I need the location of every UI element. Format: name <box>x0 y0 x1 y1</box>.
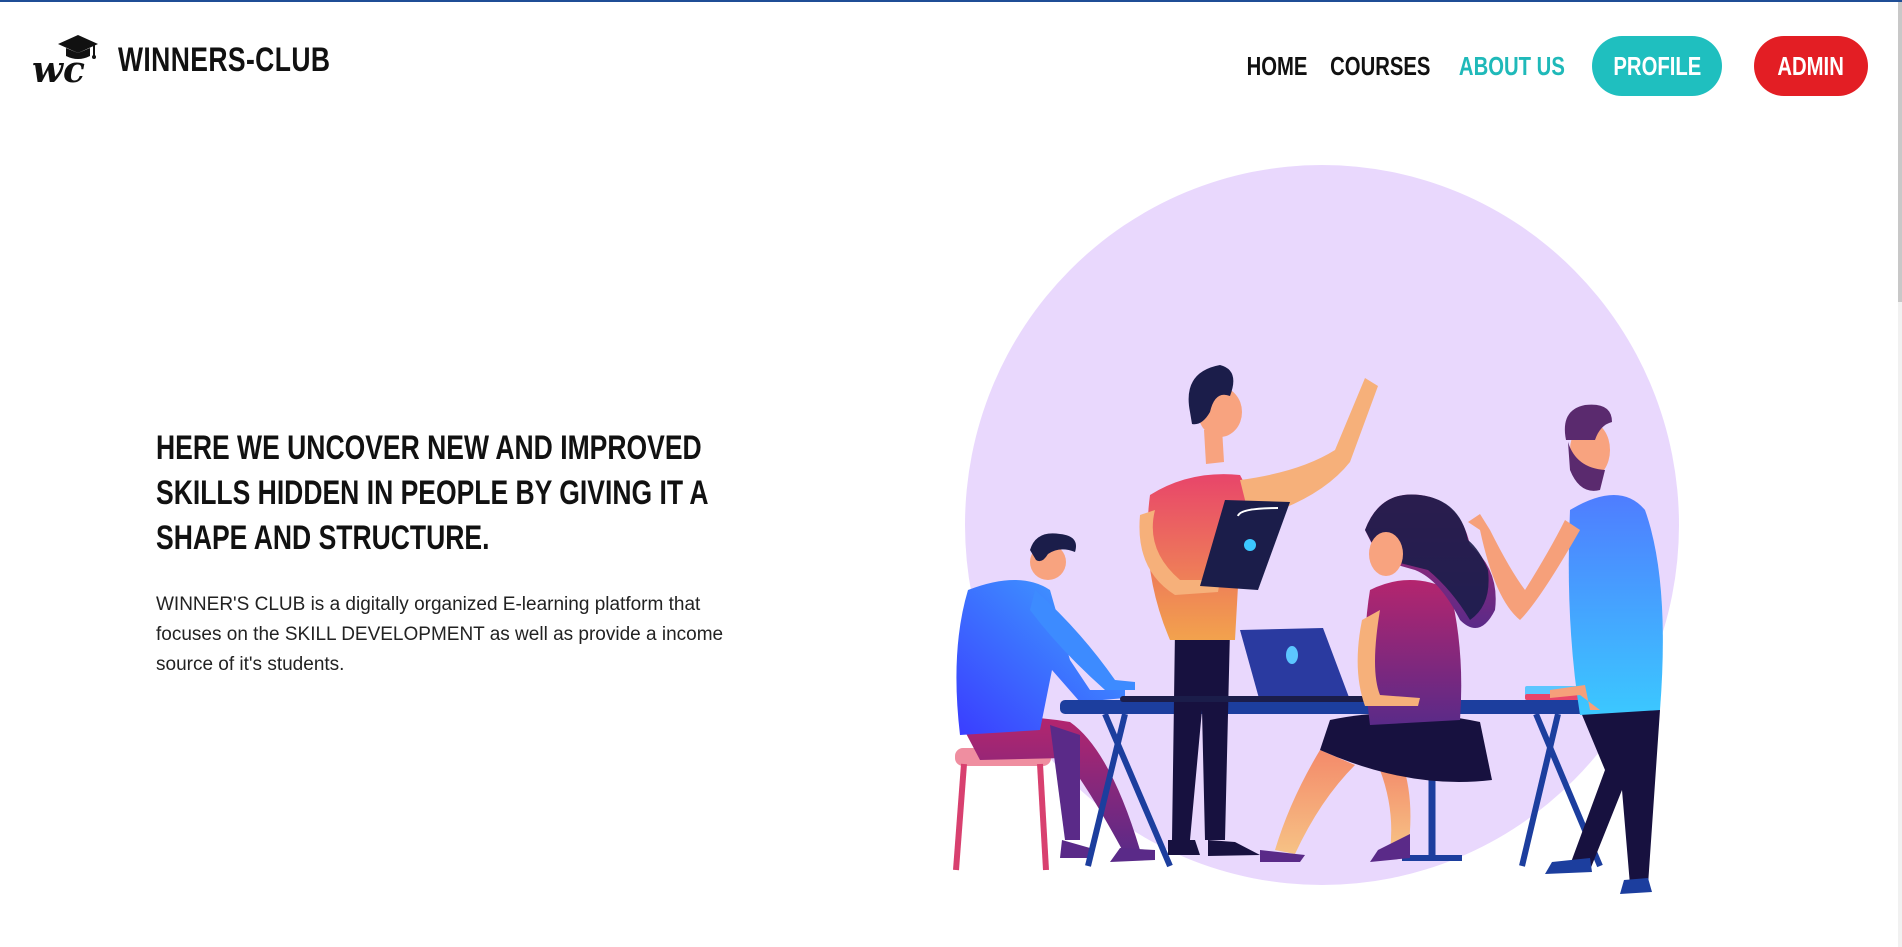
brand-name: WINNERS-CLUB <box>118 40 331 79</box>
nav-courses-link[interactable]: COURSES <box>1330 51 1430 82</box>
admin-button[interactable]: ADMIN <box>1754 36 1868 96</box>
main-nav: HOME COURSES ABOUT US PROFILE ADMIN <box>1240 36 1868 96</box>
profile-button[interactable]: PROFILE <box>1592 36 1722 96</box>
nav-about-us-link[interactable]: ABOUT US <box>1459 51 1565 82</box>
admin-button-label: ADMIN <box>1777 50 1845 81</box>
logo-mark-icon: wc <box>32 35 98 88</box>
svg-text:wc: wc <box>32 49 85 88</box>
brand-logo[interactable]: wc WINNERS-CLUB <box>32 32 390 88</box>
hero-description: WINNER'S CLUB is a digitally organized E… <box>156 594 724 675</box>
hero-title: HERE WE UNCOVER NEW AND IMPROVED SKILLS … <box>156 429 708 557</box>
top-border-line <box>0 0 1902 2</box>
team-collaboration-illustration <box>953 165 1679 894</box>
scrollbar-thumb[interactable] <box>1898 2 1902 302</box>
profile-button-label: PROFILE <box>1613 50 1701 81</box>
nav-home-link[interactable]: HOME <box>1246 51 1307 82</box>
